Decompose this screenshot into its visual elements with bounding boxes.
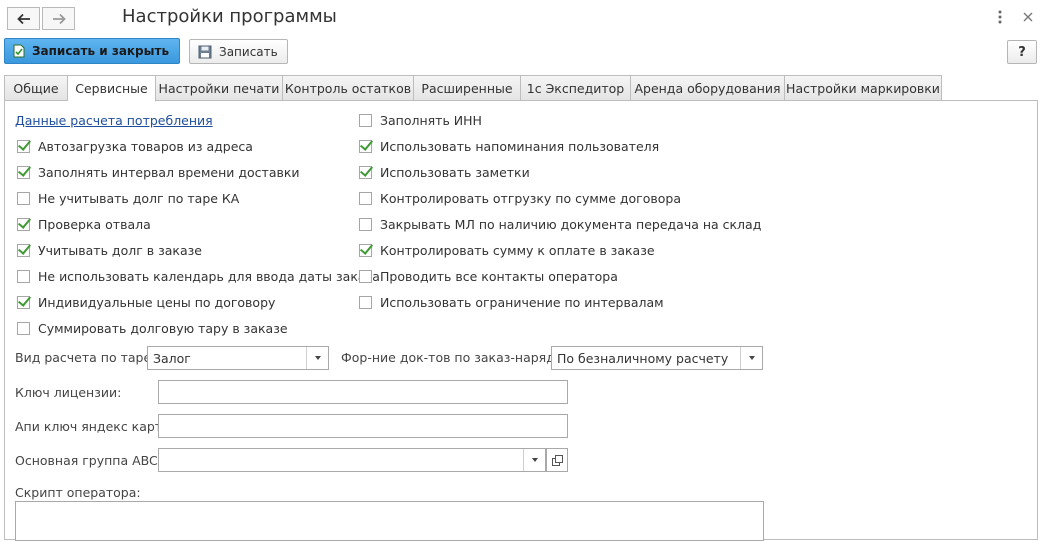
- checkbox-user-reminders[interactable]: Использовать напоминания пользователя: [359, 137, 659, 155]
- save-button[interactable]: Записать: [189, 39, 288, 64]
- doc-form-label: Фор-ние док-тов по заказ-наряду :: [341, 350, 571, 365]
- checkbox-label: Индивидуальные цены по договору: [38, 294, 276, 310]
- checkbox-box[interactable]: [359, 113, 372, 127]
- checkbox-control-shipment[interactable]: Контролировать отгрузку по сумме договор…: [359, 189, 681, 207]
- checkbox-post-contacts[interactable]: Проводить все контакты оператора: [359, 267, 618, 285]
- checkbox-box[interactable]: [17, 269, 30, 283]
- arrow-left-icon: [16, 13, 31, 25]
- tab-advanced[interactable]: Расширенные: [414, 75, 521, 101]
- tab-marking-settings[interactable]: Настройки маркировки: [785, 75, 942, 101]
- consumption-data-link[interactable]: Данные расчета потребления: [15, 113, 213, 128]
- operator-script-textarea[interactable]: [15, 501, 764, 541]
- checkbox-box[interactable]: [17, 321, 30, 335]
- checkbox-dump-check[interactable]: Проверка отвала: [17, 215, 151, 233]
- checkbox-box[interactable]: [17, 139, 30, 153]
- checkbox-delivery-interval[interactable]: Заполнять интервал времени доставки: [17, 163, 300, 181]
- doc-form-value: По безналичному расчету: [557, 350, 729, 366]
- floppy-disk-icon: [198, 45, 212, 59]
- save-and-close-button[interactable]: Записать и закрыть: [4, 38, 180, 64]
- checkbox-close-ml[interactable]: Закрывать МЛ по наличию документа переда…: [359, 215, 761, 233]
- checkbox-box[interactable]: [17, 243, 30, 257]
- checkbox-box[interactable]: [359, 243, 372, 257]
- operator-script-label: Скрипт оператора:: [15, 485, 141, 500]
- save-document-icon: [13, 44, 25, 58]
- checkbox-label: Контролировать отгрузку по сумме договор…: [380, 190, 682, 206]
- checkbox-use-notes[interactable]: Использовать заметки: [359, 163, 530, 181]
- checkbox-label: Контролировать сумму к оплате в заказе: [380, 242, 655, 258]
- checkbox-label: Проводить все контакты оператора: [380, 268, 618, 284]
- arrow-right-icon: [52, 13, 66, 25]
- window-title: Настройки программы: [122, 6, 337, 27]
- chevron-down-icon[interactable]: [523, 449, 545, 471]
- abc-group-label: Основная группа ABC:: [15, 453, 162, 468]
- checkbox-label: Проверка отвала: [38, 216, 151, 232]
- checkbox-box[interactable]: [17, 217, 30, 231]
- checkbox-box[interactable]: [359, 165, 372, 179]
- vertical-dots-icon[interactable]: [992, 9, 1008, 25]
- checkbox-box[interactable]: [17, 295, 30, 309]
- tare-calc-value: Залог: [153, 350, 191, 366]
- doc-form-select[interactable]: По безналичному расчету: [551, 346, 763, 370]
- checkbox-label: Использовать напоминания пользователя: [380, 138, 660, 154]
- checkbox-box[interactable]: [359, 295, 372, 309]
- tare-calc-label: Вид расчета по таре:: [15, 350, 156, 365]
- license-key-label: Ключ лицензии:: [15, 385, 122, 400]
- checkbox-label: Не использовать календарь для ввода даты…: [38, 268, 380, 284]
- checkbox-control-payment-sum[interactable]: Контролировать сумму к оплате в заказе: [359, 241, 655, 259]
- checkbox-box[interactable]: [359, 269, 372, 283]
- tab-bar: Общие Сервисные Настройки печати Контрол…: [4, 75, 942, 102]
- checkbox-fill-inn[interactable]: Заполнять ИНН: [359, 111, 482, 129]
- help-button[interactable]: ?: [1007, 40, 1037, 64]
- checkbox-ignore-tare-debt[interactable]: Не учитывать долг по таре КА: [17, 189, 239, 207]
- checkbox-label: Учитывать долг в заказе: [38, 242, 202, 258]
- checkbox-label: Заполнять ИНН: [380, 112, 482, 128]
- tab-equipment-rental[interactable]: Аренда оборудования: [631, 75, 785, 101]
- checkbox-box[interactable]: [17, 165, 30, 179]
- open-icon[interactable]: [546, 448, 568, 472]
- checkbox-label: Заполнять интервал времени доставки: [38, 164, 300, 180]
- chevron-down-icon[interactable]: [306, 347, 328, 369]
- back-button[interactable]: [7, 7, 40, 30]
- checkbox-label: Не учитывать долг по таре КА: [38, 190, 240, 206]
- abc-group-select[interactable]: [158, 448, 546, 472]
- save-and-close-label: Записать и закрыть: [32, 44, 170, 58]
- chevron-down-icon[interactable]: [740, 347, 762, 369]
- checkbox-no-calendar[interactable]: Не использовать календарь для ввода даты…: [17, 267, 380, 285]
- forward-button[interactable]: [42, 7, 75, 30]
- checkbox-box[interactable]: [359, 191, 372, 205]
- tare-calc-select[interactable]: Залог: [147, 346, 329, 370]
- tab-print-settings[interactable]: Настройки печати: [156, 75, 283, 101]
- checkbox-autoload-goods[interactable]: Автозагрузка товаров из адреса: [17, 137, 253, 155]
- yandex-key-input[interactable]: [158, 414, 568, 438]
- tab-1c-expeditor[interactable]: 1с Экспедитор: [521, 75, 631, 101]
- checkbox-box[interactable]: [17, 191, 30, 205]
- checkbox-label: Использовать заметки: [380, 164, 530, 180]
- yandex-key-label: Апи ключ яндекс карт:: [15, 419, 167, 434]
- checkbox-box[interactable]: [359, 139, 372, 153]
- checkbox-label: Использовать ограничение по интервалам: [380, 294, 664, 310]
- checkbox-debt-in-order[interactable]: Учитывать долг в заказе: [17, 241, 202, 259]
- checkbox-label: Закрывать МЛ по наличию документа переда…: [380, 216, 762, 232]
- checkbox-individual-prices[interactable]: Индивидуальные цены по договору: [17, 293, 275, 311]
- save-label: Записать: [219, 44, 278, 59]
- license-key-input[interactable]: [158, 380, 568, 404]
- checkbox-sum-debt-tare[interactable]: Суммировать долговую тару в заказе: [17, 319, 288, 337]
- checkbox-label: Автозагрузка товаров из адреса: [38, 138, 253, 154]
- tab-general[interactable]: Общие: [4, 75, 68, 101]
- checkbox-interval-limit[interactable]: Использовать ограничение по интервалам: [359, 293, 664, 311]
- close-icon[interactable]: [1020, 9, 1036, 25]
- tab-service[interactable]: Сервисные: [68, 75, 156, 102]
- checkbox-box[interactable]: [359, 217, 372, 231]
- tab-stock-control[interactable]: Контроль остатков: [283, 75, 414, 101]
- checkbox-label: Суммировать долговую тару в заказе: [38, 320, 288, 336]
